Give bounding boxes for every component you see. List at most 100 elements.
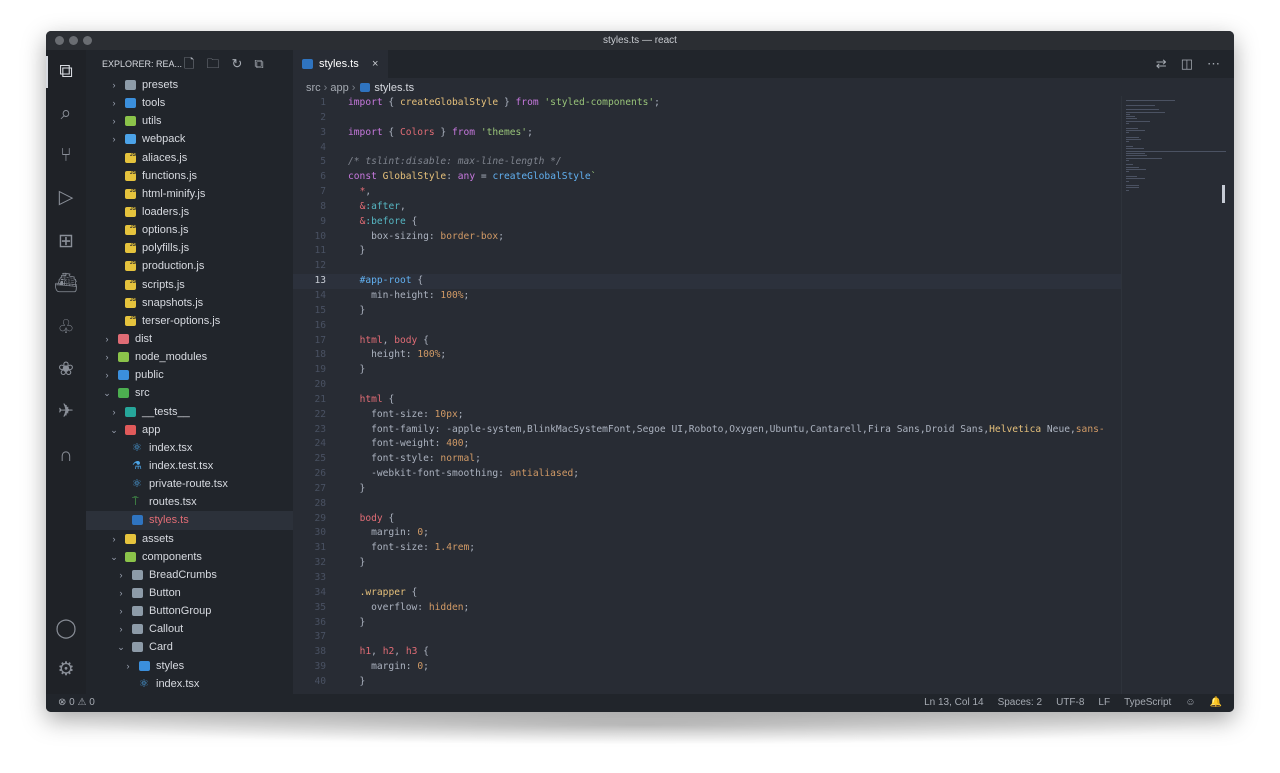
code-line[interactable]: 20: [293, 378, 1123, 393]
chevron-right-icon[interactable]: ›: [109, 130, 119, 148]
tree-folder[interactable]: › __tests__: [86, 403, 293, 421]
code-line[interactable]: 10 box-sizing: border-box;: [293, 230, 1123, 245]
code-line[interactable]: 14 min-height: 100%;: [293, 289, 1123, 304]
chevron-right-icon[interactable]: ›: [102, 330, 112, 348]
chevron-right-icon[interactable]: ›: [102, 366, 112, 384]
chevron-right-icon[interactable]: ›: [102, 348, 112, 366]
code-line[interactable]: 23 font-family: -apple-system,BlinkMacSy…: [293, 423, 1123, 438]
code-line[interactable]: 2: [293, 111, 1123, 126]
chevron-down-icon[interactable]: ⌄: [109, 421, 119, 439]
code-line[interactable]: 40 }: [293, 675, 1123, 690]
chevron-right-icon[interactable]: ›: [109, 403, 119, 421]
breadcrumb-item-app[interactable]: app: [330, 82, 348, 94]
tree-folder[interactable]: › presets: [86, 76, 293, 94]
code-editor[interactable]: 1 import { createGlobalStyle } from 'styl…: [293, 96, 1123, 690]
scrollbar-thumb[interactable]: [1222, 185, 1225, 203]
minimap[interactable]: [1121, 96, 1234, 694]
code-line[interactable]: 39 margin: 0;: [293, 660, 1123, 675]
headphones-icon[interactable]: ∩: [54, 444, 78, 468]
docker-icon[interactable]: ⛴: [54, 272, 78, 296]
tree-file[interactable]: production.js: [86, 254, 293, 275]
tree-folder[interactable]: › public: [86, 366, 293, 384]
code-line[interactable]: 13 #app-root {: [293, 274, 1123, 289]
tree-file[interactable]: html-minify.js: [86, 182, 293, 203]
code-line[interactable]: 8 &:after,: [293, 200, 1123, 215]
refresh-icon[interactable]: ↻: [231, 50, 242, 78]
code-line[interactable]: 18 height: 100%;: [293, 348, 1123, 363]
notifications-bell-icon[interactable]: 🔔: [1210, 694, 1222, 712]
tree-file[interactable]: ⚛ private-route.tsx: [86, 475, 293, 493]
tab-close-icon[interactable]: ×: [372, 50, 378, 78]
code-line[interactable]: 34 .wrapper {: [293, 586, 1123, 601]
new-folder-icon[interactable]: 🗀: [206, 50, 219, 78]
code-line[interactable]: 12: [293, 259, 1123, 274]
tree-file[interactable]: ⍑ routes.tsx: [86, 493, 293, 511]
tree-file[interactable]: terser-options.js: [86, 309, 293, 330]
split-editor-icon[interactable]: ◫: [1181, 50, 1193, 78]
tree-file[interactable]: functions.js: [86, 164, 293, 185]
code-line[interactable]: 6 const GlobalStyle: any = createGlobalSt…: [293, 170, 1123, 185]
problems-indicator[interactable]: ⊗ 0 ⚠ 0: [58, 694, 95, 712]
code-line[interactable]: 3 import { Colors } from 'themes';: [293, 126, 1123, 141]
code-line[interactable]: 36 }: [293, 616, 1123, 631]
tree-folder[interactable]: ⌄ components: [86, 548, 293, 566]
chevron-down-icon[interactable]: ⌄: [102, 384, 112, 402]
tree-file[interactable]: styles.ts: [86, 511, 293, 530]
more-actions-icon[interactable]: ⋯: [1207, 50, 1220, 78]
tree-file[interactable]: ⚗ index.test.tsx: [86, 457, 293, 475]
tree-folder[interactable]: › BreadCrumbs: [86, 566, 293, 584]
chevron-right-icon[interactable]: ›: [109, 76, 119, 94]
paw-icon[interactable]: ❀: [54, 358, 78, 382]
chevron-right-icon[interactable]: ›: [116, 602, 126, 620]
open-changes-icon[interactable]: ⇄: [1156, 50, 1167, 78]
source-control-icon[interactable]: ⑂: [54, 144, 78, 168]
chevron-right-icon[interactable]: ›: [109, 530, 119, 548]
close-window-button[interactable]: [55, 36, 64, 45]
code-line[interactable]: 4: [293, 141, 1123, 156]
new-file-icon[interactable]: 🗋: [184, 50, 194, 78]
minimize-window-button[interactable]: [69, 36, 78, 45]
code-line[interactable]: 9 &:before {: [293, 215, 1123, 230]
collapse-all-icon[interactable]: ⧉: [254, 50, 263, 78]
zoom-window-button[interactable]: [83, 36, 92, 45]
code-line[interactable]: 26 -webkit-font-smoothing: antialiased;: [293, 467, 1123, 482]
code-line[interactable]: 33: [293, 571, 1123, 586]
code-line[interactable]: 37: [293, 630, 1123, 645]
code-line[interactable]: 31 font-size: 1.4rem;: [293, 541, 1123, 556]
run-debug-icon[interactable]: ▷: [54, 186, 78, 210]
chevron-right-icon[interactable]: ›: [109, 94, 119, 112]
code-line[interactable]: 1 import { createGlobalStyle } from 'styl…: [293, 96, 1123, 111]
encoding[interactable]: UTF-8: [1056, 694, 1084, 712]
tree-folder[interactable]: › ButtonGroup: [86, 602, 293, 620]
end-of-line[interactable]: LF: [1098, 694, 1110, 712]
code-line[interactable]: 28: [293, 497, 1123, 512]
tree-file[interactable]: options.js: [86, 218, 293, 239]
accounts-icon[interactable]: ◯: [54, 617, 78, 641]
code-line[interactable]: 38 h1, h2, h3 {: [293, 645, 1123, 660]
search-icon[interactable]: ⌕: [54, 102, 78, 126]
code-line[interactable]: 29 body {: [293, 512, 1123, 527]
extensions-icon[interactable]: ⊞: [54, 230, 78, 254]
code-line[interactable]: 25 font-style: normal;: [293, 452, 1123, 467]
tree-folder[interactable]: › Callout: [86, 620, 293, 638]
tree-folder[interactable]: › Button: [86, 584, 293, 602]
tree-folder[interactable]: › tools: [86, 94, 293, 112]
chevron-down-icon[interactable]: ⌄: [116, 638, 126, 656]
code-line[interactable]: 22 font-size: 10px;: [293, 408, 1123, 423]
tree-file[interactable]: ⚛ index.tsx: [86, 675, 293, 693]
language-mode[interactable]: TypeScript: [1124, 694, 1171, 712]
live-share-icon[interactable]: ✈: [54, 400, 78, 424]
tree-file[interactable]: loaders.js: [86, 200, 293, 221]
code-line[interactable]: 24 font-weight: 400;: [293, 437, 1123, 452]
tree-folder[interactable]: › dist: [86, 330, 293, 348]
tree-folder[interactable]: ⌄ src: [86, 384, 293, 402]
code-line[interactable]: 30 margin: 0;: [293, 526, 1123, 541]
code-line[interactable]: 5 /* tslint:disable: max-line-length */: [293, 155, 1123, 170]
code-line[interactable]: 7 *,: [293, 185, 1123, 200]
chevron-right-icon[interactable]: ›: [116, 584, 126, 602]
code-line[interactable]: 21 html {: [293, 393, 1123, 408]
tree-folder[interactable]: › assets: [86, 530, 293, 548]
tree-folder[interactable]: › webpack: [86, 130, 293, 148]
tree-file[interactable]: scripts.js: [86, 273, 293, 294]
cursor-position[interactable]: Ln 13, Col 14: [924, 694, 984, 712]
